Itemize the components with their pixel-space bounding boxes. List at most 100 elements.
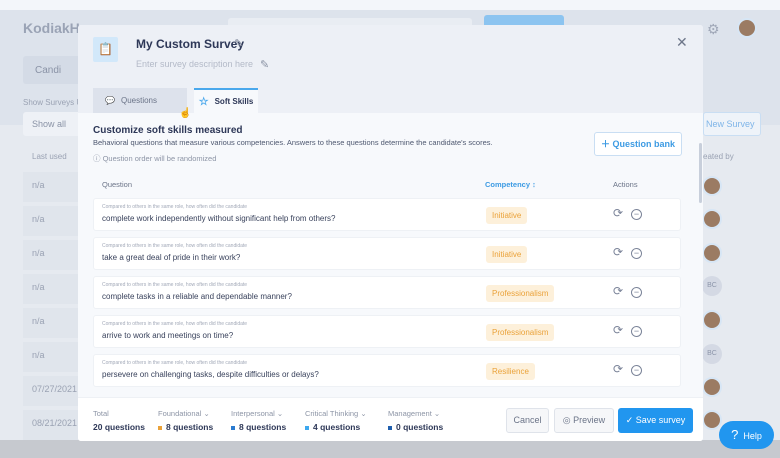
- stat-value: 8 questions: [166, 422, 214, 432]
- filter-select[interactable]: Show all: [23, 112, 83, 136]
- bg-cell: n/a: [32, 214, 45, 224]
- stat-management[interactable]: Management ⌄ 0 questions: [388, 409, 443, 432]
- competency-badge: Professionalism: [486, 324, 555, 341]
- color-dot: [158, 425, 162, 430]
- stat-foundational[interactable]: Foundational ⌄ 8 questions: [158, 409, 213, 432]
- stat-value: 0 questions: [396, 422, 444, 432]
- top-strip: [0, 0, 780, 10]
- survey-modal: 📋 My Custom Survey ✎ Enter survey descri…: [78, 25, 703, 441]
- randomized-note: ⓘ Question order will be randomized: [93, 153, 216, 164]
- competency-badge: Initiative: [486, 246, 528, 263]
- avatar: BC: [702, 276, 722, 296]
- gear-icon[interactable]: ⚙: [707, 21, 720, 38]
- page-bottom: [0, 440, 780, 458]
- new-survey-button[interactable]: New Survey: [703, 112, 761, 136]
- stat-label: Critical Thinking: [305, 409, 359, 418]
- swap-icon[interactable]: ⟳: [613, 362, 623, 376]
- eye-icon: ◎: [562, 415, 571, 425]
- scrollbar[interactable]: [699, 143, 702, 203]
- remove-icon[interactable]: −: [631, 326, 642, 337]
- user-avatar[interactable]: [737, 18, 757, 38]
- info-icon: ⓘ: [93, 154, 101, 163]
- question-bank-button[interactable]: ＋ Question bank: [594, 132, 682, 156]
- pencil-icon[interactable]: ✎: [234, 37, 243, 50]
- help-button[interactable]: ? Help: [719, 421, 774, 449]
- cancel-button[interactable]: Cancel: [506, 408, 549, 433]
- survey-description[interactable]: Enter survey description here: [136, 59, 253, 69]
- button-label: Help: [743, 431, 762, 441]
- star-icon: ☆: [198, 96, 209, 108]
- bg-cell: n/a: [32, 248, 45, 258]
- question-row: Compared to others in the same role, how…: [93, 315, 681, 348]
- bg-cell: 07/27/2021: [32, 384, 78, 394]
- question-text: complete work independently without sign…: [102, 214, 336, 223]
- competency-badge: Initiative: [486, 207, 528, 224]
- pencil-icon[interactable]: ✎: [260, 58, 269, 71]
- swap-icon[interactable]: ⟳: [613, 206, 623, 220]
- swap-icon[interactable]: ⟳: [613, 323, 623, 337]
- survey-title[interactable]: My Custom Survey: [136, 37, 244, 51]
- remove-icon[interactable]: −: [631, 287, 642, 298]
- chevron-down-icon: ⌄: [203, 409, 210, 418]
- column-created-by: eated by: [703, 152, 734, 161]
- stat-value: 8 questions: [239, 422, 287, 432]
- question-prefix: Compared to others in the same role, how…: [102, 243, 248, 249]
- bg-cell: n/a: [32, 350, 45, 360]
- chevron-down-icon: ⌄: [360, 409, 367, 418]
- remove-icon[interactable]: −: [631, 209, 642, 220]
- avatar: [702, 310, 722, 330]
- check-icon: ✓: [625, 415, 634, 425]
- question-row: Compared to others in the same role, how…: [93, 237, 681, 270]
- stat-label: Interpersonal: [231, 409, 275, 418]
- sort-icon[interactable]: ↕: [532, 180, 536, 189]
- question-text: persevere on challenging tasks, despite …: [102, 370, 319, 379]
- color-dot: [388, 425, 392, 430]
- question-prefix: Compared to others in the same role, how…: [102, 204, 248, 210]
- remove-icon[interactable]: −: [631, 248, 642, 259]
- avatar: BC: [702, 344, 722, 364]
- preview-button[interactable]: ◎ Preview: [554, 408, 614, 433]
- save-survey-button[interactable]: ✓ Save survey: [618, 408, 693, 433]
- stat-critical-thinking[interactable]: Critical Thinking ⌄ 4 questions: [305, 409, 367, 432]
- competency-badge: Resilience: [486, 363, 535, 380]
- question-row: Compared to others in the same role, how…: [93, 354, 681, 387]
- stat-value: 20 questions: [93, 422, 145, 432]
- avatar: [702, 209, 722, 229]
- bg-cell: n/a: [32, 316, 45, 326]
- swap-icon[interactable]: ⟳: [613, 245, 623, 259]
- stat-total: Total 20 questions: [93, 409, 145, 432]
- section-subheading: Behavioral questions that measure variou…: [93, 138, 493, 147]
- tab-candidates[interactable]: Candi: [23, 56, 83, 84]
- column-question: Question: [102, 180, 133, 189]
- question-text: arrive to work and meetings on time?: [102, 331, 234, 340]
- tab-label: Questions: [120, 96, 157, 105]
- avatar: [702, 243, 722, 263]
- modal-footer: Total 20 questions Foundational ⌄ 8 questi…: [78, 397, 703, 441]
- chevron-down-icon: ⌄: [433, 409, 441, 418]
- question-icon: ?: [731, 427, 739, 442]
- stat-interpersonal[interactable]: Interpersonal ⌄ 8 questions: [231, 409, 286, 432]
- column-label: Competency: [485, 180, 531, 189]
- tab-questions[interactable]: 💬 Questions: [93, 88, 187, 113]
- bg-cell: n/a: [32, 180, 45, 190]
- close-icon[interactable]: ✕: [676, 34, 688, 51]
- swap-icon[interactable]: ⟳: [613, 284, 623, 298]
- competency-badge: Professionalism: [486, 285, 555, 302]
- stat-label: Foundational: [158, 409, 202, 418]
- logo: KodiakH: [23, 20, 80, 36]
- question-text: complete tasks in a reliable and dependa…: [102, 292, 292, 301]
- button-label: Preview: [573, 415, 606, 425]
- filter-label: Show Surveys U: [23, 98, 83, 107]
- bg-cell: n/a: [32, 282, 45, 292]
- hand-cursor-icon: ☝: [179, 108, 192, 119]
- column-last-used: Last used: [32, 152, 67, 161]
- tab-soft-skills[interactable]: ☆ Soft Skills: [194, 88, 258, 113]
- stat-label: Management: [388, 409, 432, 418]
- column-actions: Actions: [613, 180, 638, 189]
- remove-icon[interactable]: −: [631, 365, 642, 376]
- avatar: [702, 410, 722, 430]
- chat-icon: 💬: [105, 96, 115, 105]
- avatar: [702, 176, 722, 196]
- tab-label: Soft Skills: [214, 97, 254, 106]
- column-competency[interactable]: Competency ↕: [485, 180, 536, 189]
